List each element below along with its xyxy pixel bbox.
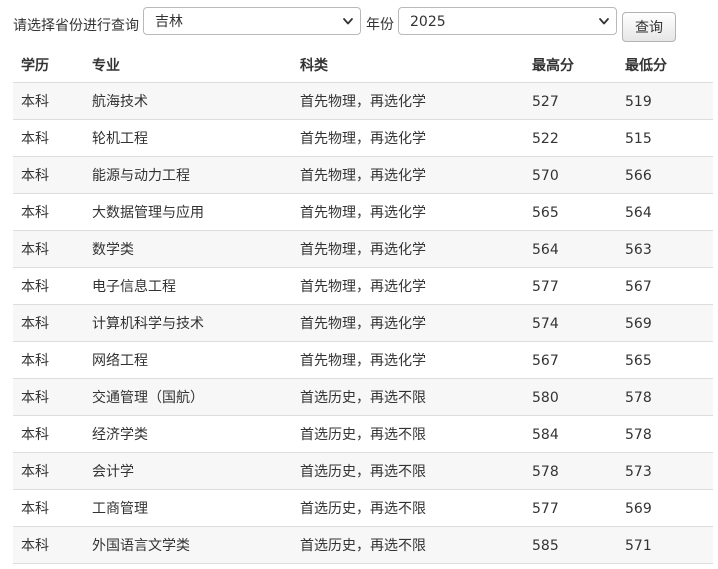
cell-major: 数学类 [92,242,134,258]
cell-min-score: 563 [625,242,652,258]
cell-subject-category: 首选历史，再选不限 [300,464,426,480]
table-row: 本科 大数据管理与应用 首先物理，再选化学 565 564 [13,194,713,231]
cell-education: 本科 [21,353,49,369]
cell-education: 本科 [21,168,49,184]
table-header: 学历 专业 科类 最高分 最低分 [13,47,713,83]
cell-max-score: 578 [532,464,559,480]
table-row: 本科 工商管理 首选历史，再选不限 577 569 [13,490,713,527]
cell-subject-category: 首选历史，再选不限 [300,390,426,406]
cell-max-score: 574 [532,316,559,332]
cell-education: 本科 [21,205,49,221]
table-row: 本科 计算机科学与技术 首先物理，再选化学 574 569 [13,305,713,342]
cell-major: 轮机工程 [92,131,148,147]
cell-min-score: 567 [625,279,652,295]
score-table: 学历 专业 科类 最高分 最低分 本科 航海技术 首先物理，再选化学 527 519 本科… [13,47,713,564]
table-row: 本科 交通管理（国航） 首选历史，再选不限 580 578 [13,379,713,416]
cell-education: 本科 [21,242,49,258]
cell-min-score: 569 [625,316,652,332]
header-min-score: 最低分 [625,58,667,74]
header-max-score: 最高分 [532,58,574,74]
cell-max-score: 527 [532,94,559,110]
cell-min-score: 519 [625,94,652,110]
cell-subject-category: 首选历史，再选不限 [300,427,426,443]
cell-subject-category: 首选历史，再选不限 [300,501,426,517]
year-select[interactable]: 2025 [398,7,617,35]
cell-max-score: 570 [532,168,559,184]
cell-max-score: 522 [532,131,559,147]
year-label: 年份 [366,17,394,33]
cell-max-score: 577 [532,279,559,295]
cell-major: 工商管理 [92,501,148,517]
header-education: 学历 [21,58,49,74]
province-select[interactable]: 吉林 [143,7,361,35]
cell-max-score: 577 [532,501,559,517]
query-button[interactable]: 查询 [622,12,676,42]
cell-min-score: 566 [625,168,652,184]
table-row: 本科 能源与动力工程 首先物理，再选化学 570 566 [13,157,713,194]
cell-subject-category: 首先物理，再选化学 [300,94,426,110]
chevron-down-icon [343,18,353,25]
cell-subject-category: 首先物理，再选化学 [300,316,426,332]
cell-major: 会计学 [92,464,134,480]
year-select-value: 2025 [410,14,446,30]
cell-max-score: 580 [532,390,559,406]
cell-subject-category: 首选历史，再选不限 [300,538,426,554]
cell-subject-category: 首先物理，再选化学 [300,242,426,258]
table-row: 本科 网络工程 首先物理，再选化学 567 565 [13,342,713,379]
cell-education: 本科 [21,390,49,406]
cell-subject-category: 首先物理，再选化学 [300,279,426,295]
cell-subject-category: 首先物理，再选化学 [300,131,426,147]
cell-education: 本科 [21,427,49,443]
cell-education: 本科 [21,464,49,480]
table-row: 本科 外国语言文学类 首选历史，再选不限 585 571 [13,527,713,564]
cell-subject-category: 首先物理，再选化学 [300,205,426,221]
province-select-value: 吉林 [155,14,183,30]
cell-major: 能源与动力工程 [92,168,190,184]
cell-min-score: 571 [625,538,652,554]
header-subject-category: 科类 [300,58,328,74]
cell-min-score: 565 [625,353,652,369]
cell-min-score: 578 [625,427,652,443]
cell-max-score: 585 [532,538,559,554]
cell-major: 大数据管理与应用 [92,205,204,221]
cell-subject-category: 首先物理，再选化学 [300,168,426,184]
cell-min-score: 578 [625,390,652,406]
cell-subject-category: 首先物理，再选化学 [300,353,426,369]
province-prompt-label: 请选择省份进行查询 [13,18,139,34]
table-row: 本科 轮机工程 首先物理，再选化学 522 515 [13,120,713,157]
cell-min-score: 515 [625,131,652,147]
header-major: 专业 [92,58,120,74]
cell-max-score: 584 [532,427,559,443]
cell-min-score: 573 [625,464,652,480]
cell-education: 本科 [21,316,49,332]
cell-major: 航海技术 [92,94,148,110]
table-row: 本科 经济学类 首选历史，再选不限 584 578 [13,416,713,453]
cell-education: 本科 [21,538,49,554]
cell-max-score: 567 [532,353,559,369]
cell-major: 计算机科学与技术 [92,316,204,332]
table-row: 本科 会计学 首选历史，再选不限 578 573 [13,453,713,490]
cell-education: 本科 [21,501,49,517]
cell-major: 网络工程 [92,353,148,369]
table-row: 本科 数学类 首先物理，再选化学 564 563 [13,231,713,268]
cell-major: 交通管理（国航） [92,390,204,406]
cell-major: 经济学类 [92,427,148,443]
filter-bar: 请选择省份进行查询 吉林 年份 2025 查询 [0,0,718,48]
table-row: 本科 电子信息工程 首先物理，再选化学 577 567 [13,268,713,305]
cell-major: 外国语言文学类 [92,538,190,554]
cell-max-score: 564 [532,242,559,258]
table-row: 本科 航海技术 首先物理，再选化学 527 519 [13,83,713,120]
cell-education: 本科 [21,131,49,147]
chevron-down-icon [599,18,609,25]
cell-min-score: 564 [625,205,652,221]
cell-min-score: 569 [625,501,652,517]
cell-major: 电子信息工程 [92,279,176,295]
cell-education: 本科 [21,94,49,110]
cell-education: 本科 [21,279,49,295]
table-body: 本科 航海技术 首先物理，再选化学 527 519 本科 轮机工程 首先物理，再选化学 522 5… [13,83,713,564]
cell-max-score: 565 [532,205,559,221]
